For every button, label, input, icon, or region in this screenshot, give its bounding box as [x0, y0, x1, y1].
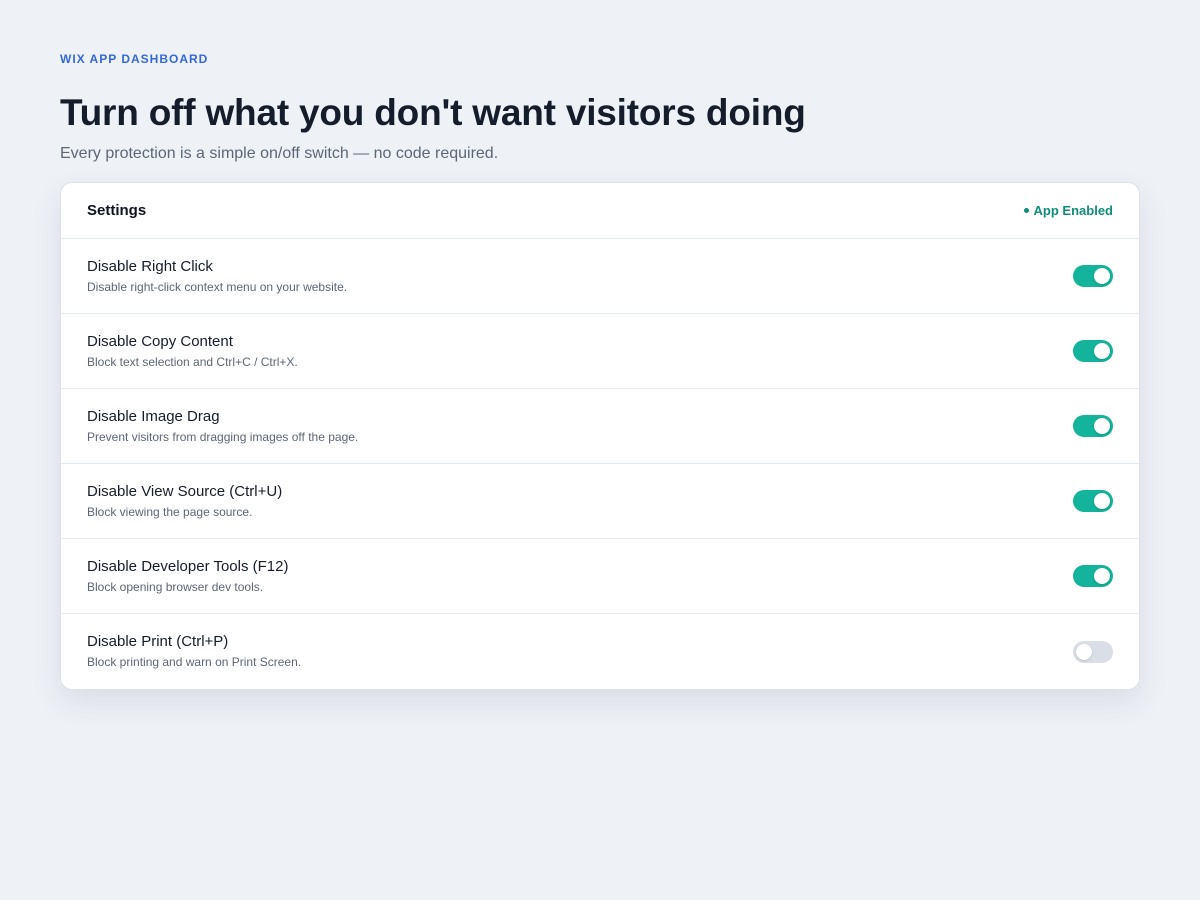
toggle-knob [1094, 268, 1110, 284]
toggle-right-click[interactable] [1073, 265, 1113, 287]
toggle-print[interactable] [1073, 640, 1113, 663]
setting-label: Disable Right Click [87, 257, 213, 275]
setting-description: Block printing and warn on Print Screen. [87, 655, 302, 669]
toggle-copy-content[interactable] [1073, 340, 1113, 362]
setting-row-right-click: Disable Right Click Disable right-click … [61, 239, 1139, 314]
setting-row-image-drag: Disable Image Drag Prevent visitors from… [61, 389, 1139, 464]
setting-row-print: Disable Print (Ctrl+P) Block printing an… [61, 614, 1139, 689]
setting-description: Prevent visitors from dragging images of… [87, 429, 359, 444]
setting-description: Disable right-click context menu on your… [87, 279, 348, 294]
toggle-image-drag[interactable] [1073, 415, 1113, 437]
toggle-developer-tools[interactable] [1073, 565, 1113, 587]
settings-title: Settings [87, 202, 147, 219]
toggle-view-source[interactable] [1073, 490, 1113, 512]
toggle-knob [1094, 343, 1110, 359]
status-dot-icon [1023, 208, 1029, 213]
setting-row-copy-content: Disable Copy Content Block text selectio… [61, 314, 1139, 389]
toggle-knob [1076, 643, 1092, 660]
setting-label: Disable Developer Tools (F12) [87, 557, 289, 575]
settings-card: Settings App Enabled Disable Right Click… [60, 182, 1140, 690]
toggle-knob [1094, 493, 1110, 509]
app-eyebrow: WIX APP DASHBOARD [60, 52, 209, 66]
page-title: Turn off what you don't want visitors do… [60, 92, 806, 133]
setting-label: Disable View Source (Ctrl+U) [87, 482, 283, 500]
toggle-knob [1094, 418, 1110, 434]
status-label: App Enabled [1033, 203, 1113, 218]
setting-description: Block text selection and Ctrl+C / Ctrl+X… [87, 354, 298, 369]
toggle-knob [1094, 568, 1110, 584]
setting-row-developer-tools: Disable Developer Tools (F12) Block open… [61, 539, 1139, 614]
setting-label: Disable Print (Ctrl+P) [87, 633, 229, 650]
setting-label: Disable Copy Content [87, 332, 233, 350]
setting-description: Block viewing the page source. [87, 504, 253, 519]
page-subtitle: Every protection is a simple on/off swit… [60, 145, 499, 162]
status-badge: App Enabled [1023, 203, 1113, 218]
dashboard-page: WIX APP DASHBOARD Turn off what you don'… [0, 0, 1200, 900]
setting-row-view-source: Disable View Source (Ctrl+U) Block viewi… [61, 464, 1139, 539]
setting-description: Block opening browser dev tools. [87, 579, 264, 594]
setting-label: Disable Image Drag [87, 407, 220, 425]
settings-card-header: Settings App Enabled [61, 183, 1139, 239]
